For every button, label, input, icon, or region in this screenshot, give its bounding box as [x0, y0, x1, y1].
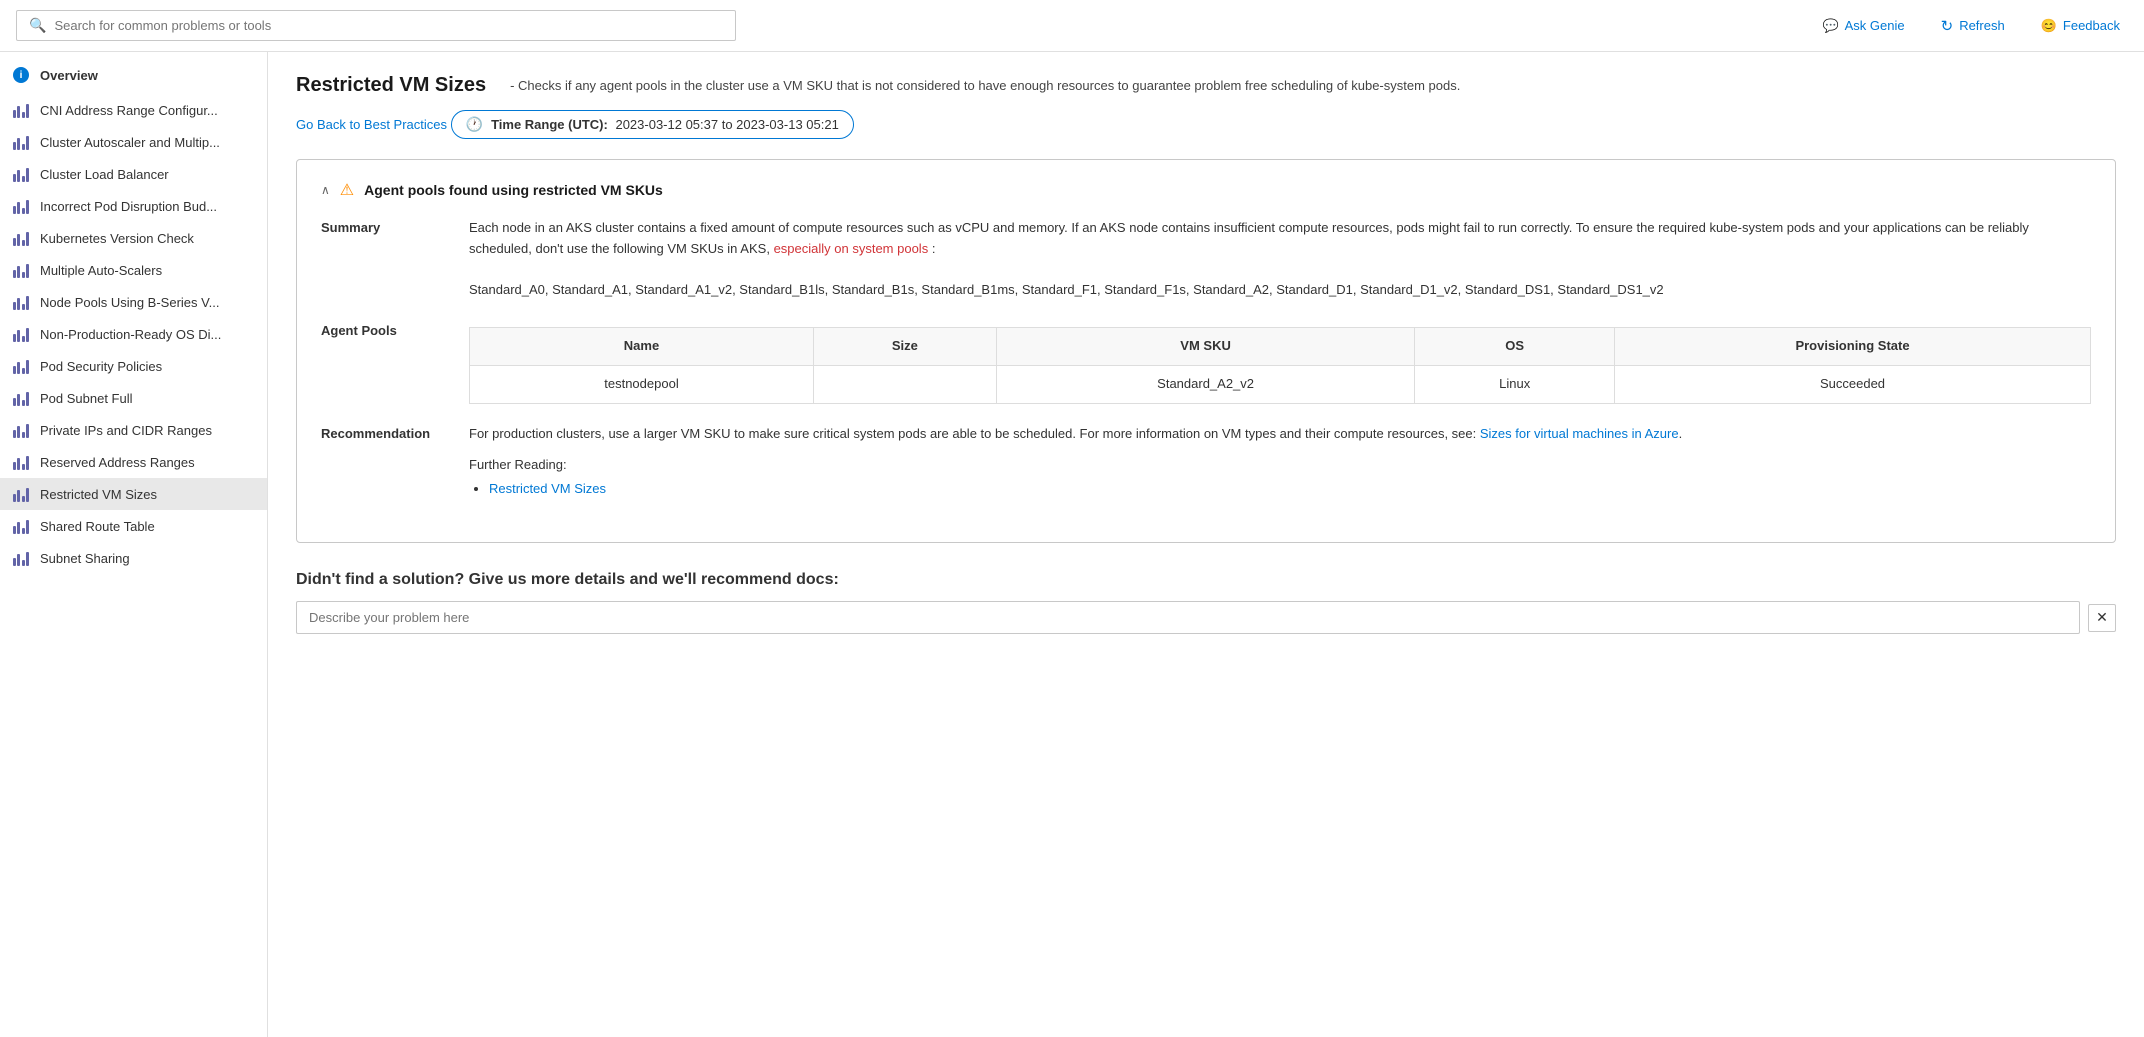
ask-genie-icon: 💬 [1822, 18, 1838, 34]
cell-name: testnodepool [470, 365, 814, 403]
col-vm-sku: VM SKU [996, 328, 1414, 366]
table-row: testnodepool Standard_A2_v2 Linux Succee… [470, 365, 2091, 403]
agent-pools-label: Agent Pools [321, 321, 441, 404]
sidebar-item-overview[interactable]: i Overview [0, 56, 267, 94]
topbar: 🔍 💬 Ask Genie ↻ Refresh 😊 Feedback [0, 0, 2144, 52]
recommendation-label: Recommendation [321, 424, 441, 502]
sidebar-item-pod-security-policies[interactable]: Pod Security Policies [0, 350, 267, 382]
page-title: Restricted VM Sizes [296, 72, 486, 98]
cell-provisioning-state: Succeeded [1615, 365, 2091, 403]
cell-os: Linux [1415, 365, 1615, 403]
search-icon: 🔍 [29, 17, 46, 34]
col-name: Name [470, 328, 814, 366]
sidebar-item-cni-address[interactable]: CNI Address Range Configur... [0, 94, 267, 126]
multiple-auto-scalers-icon [12, 262, 30, 278]
sidebar-item-cluster-autoscaler[interactable]: Cluster Autoscaler and Multip... [0, 126, 267, 158]
problem-input-row: ✕ [296, 601, 2116, 634]
non-production-os-icon [12, 326, 30, 342]
incorrect-pod-disruption-icon [12, 198, 30, 214]
search-input[interactable] [54, 18, 723, 33]
pod-subnet-full-icon [12, 390, 30, 406]
time-range-badge: 🕐 Time Range (UTC): 2023-03-12 05:37 to … [451, 110, 854, 139]
feedback-icon: 😊 [2041, 18, 2057, 34]
highlight-text: especially on system pools [774, 241, 929, 256]
section-title: Agent pools found using restricted VM SK… [364, 182, 663, 198]
col-provisioning-state: Provisioning State [1615, 328, 2091, 366]
table-body: testnodepool Standard_A2_v2 Linux Succee… [470, 365, 2091, 403]
recommendation-row: Recommendation For production clusters, … [321, 424, 2091, 502]
page-header: Restricted VM Sizes - Checks if any agen… [296, 72, 2116, 98]
sidebar-item-incorrect-pod-disruption[interactable]: Incorrect Pod Disruption Bud... [0, 190, 267, 222]
main-layout: i Overview CNI Address Range Configur...… [0, 52, 2144, 1037]
agent-pools-row: Agent Pools Name Size VM SKU OS Provisio… [321, 321, 2091, 404]
summary-row: Summary Each node in an AKS cluster cont… [321, 218, 2091, 301]
cluster-autoscaler-icon [12, 134, 30, 150]
sidebar-item-reserved-address-ranges[interactable]: Reserved Address Ranges [0, 446, 267, 478]
table-header: Name Size VM SKU OS Provisioning State [470, 328, 2091, 366]
sidebar-item-pod-subnet-full[interactable]: Pod Subnet Full [0, 382, 267, 414]
recommendation-body: For production clusters, use a larger VM… [469, 424, 2091, 502]
search-box[interactable]: 🔍 [16, 10, 736, 41]
close-icon: ✕ [2096, 609, 2108, 626]
bottom-headline: Didn't find a solution? Give us more det… [296, 571, 2116, 589]
reserved-address-ranges-icon [12, 454, 30, 470]
sidebar-item-private-ips-cidr[interactable]: Private IPs and CIDR Ranges [0, 414, 267, 446]
sidebar-item-shared-route-table[interactable]: Shared Route Table [0, 510, 267, 542]
sidebar-item-cluster-load-balancer[interactable]: Cluster Load Balancer [0, 158, 267, 190]
go-back-link[interactable]: Go Back to Best Practices [296, 117, 447, 132]
cell-size [813, 365, 996, 403]
agent-pools-table: Name Size VM SKU OS Provisioning State t… [469, 327, 2091, 404]
cluster-load-balancer-icon [12, 166, 30, 182]
close-input-button[interactable]: ✕ [2088, 604, 2116, 632]
time-range-label: Time Range (UTC): 2023-03-12 05:37 to 20… [491, 117, 839, 132]
topbar-actions: 💬 Ask Genie ↻ Refresh 😊 Feedback [1814, 13, 2128, 39]
private-ips-cidr-icon [12, 422, 30, 438]
sidebar-item-node-pools-b-series[interactable]: Node Pools Using B-Series V... [0, 286, 267, 318]
ask-genie-button[interactable]: 💬 Ask Genie [1814, 14, 1912, 38]
section-header[interactable]: ∧ ⚠ Agent pools found using restricted V… [321, 180, 2091, 200]
sidebar-item-subnet-sharing[interactable]: Subnet Sharing [0, 542, 267, 574]
refresh-icon: ↻ [1941, 17, 1954, 35]
warning-icon: ⚠ [340, 180, 354, 200]
sidebar-item-multiple-auto-scalers[interactable]: Multiple Auto-Scalers [0, 254, 267, 286]
further-reading: Further Reading: Restricted VM Sizes [469, 455, 2091, 501]
further-reading-link-0[interactable]: Restricted VM Sizes [489, 481, 606, 496]
overview-icon: i [12, 66, 30, 84]
node-pools-b-series-icon [12, 294, 30, 310]
section-card: ∧ ⚠ Agent pools found using restricted V… [296, 159, 2116, 543]
cni-address-icon [12, 102, 30, 118]
col-size: Size [813, 328, 996, 366]
clock-icon: 🕐 [466, 116, 483, 133]
refresh-button[interactable]: ↻ Refresh [1933, 13, 2013, 39]
shared-route-table-icon [12, 518, 30, 534]
recommendation-link[interactable]: Sizes for virtual machines in Azure [1480, 426, 1679, 441]
summary-body: Each node in an AKS cluster contains a f… [469, 218, 2091, 301]
summary-label: Summary [321, 218, 441, 301]
pod-security-policies-icon [12, 358, 30, 374]
problem-input[interactable] [296, 601, 2080, 634]
sidebar-item-kubernetes-version[interactable]: Kubernetes Version Check [0, 222, 267, 254]
restricted-vm-sizes-icon [12, 486, 30, 502]
collapse-icon: ∧ [321, 183, 330, 197]
page-description: - Checks if any agent pools in the clust… [510, 72, 2116, 96]
kubernetes-version-icon [12, 230, 30, 246]
sidebar: i Overview CNI Address Range Configur...… [0, 52, 268, 1037]
subnet-sharing-icon [12, 550, 30, 566]
bottom-section: Didn't find a solution? Give us more det… [296, 571, 2116, 634]
content-area: Restricted VM Sizes - Checks if any agen… [268, 52, 2144, 1037]
cell-vm-sku: Standard_A2_v2 [996, 365, 1414, 403]
sidebar-item-restricted-vm-sizes[interactable]: Restricted VM Sizes [0, 478, 267, 510]
col-os: OS [1415, 328, 1615, 366]
agent-pools-table-container: Name Size VM SKU OS Provisioning State t… [469, 321, 2091, 404]
feedback-button[interactable]: 😊 Feedback [2033, 14, 2128, 38]
sidebar-item-non-production-os[interactable]: Non-Production-Ready OS Di... [0, 318, 267, 350]
